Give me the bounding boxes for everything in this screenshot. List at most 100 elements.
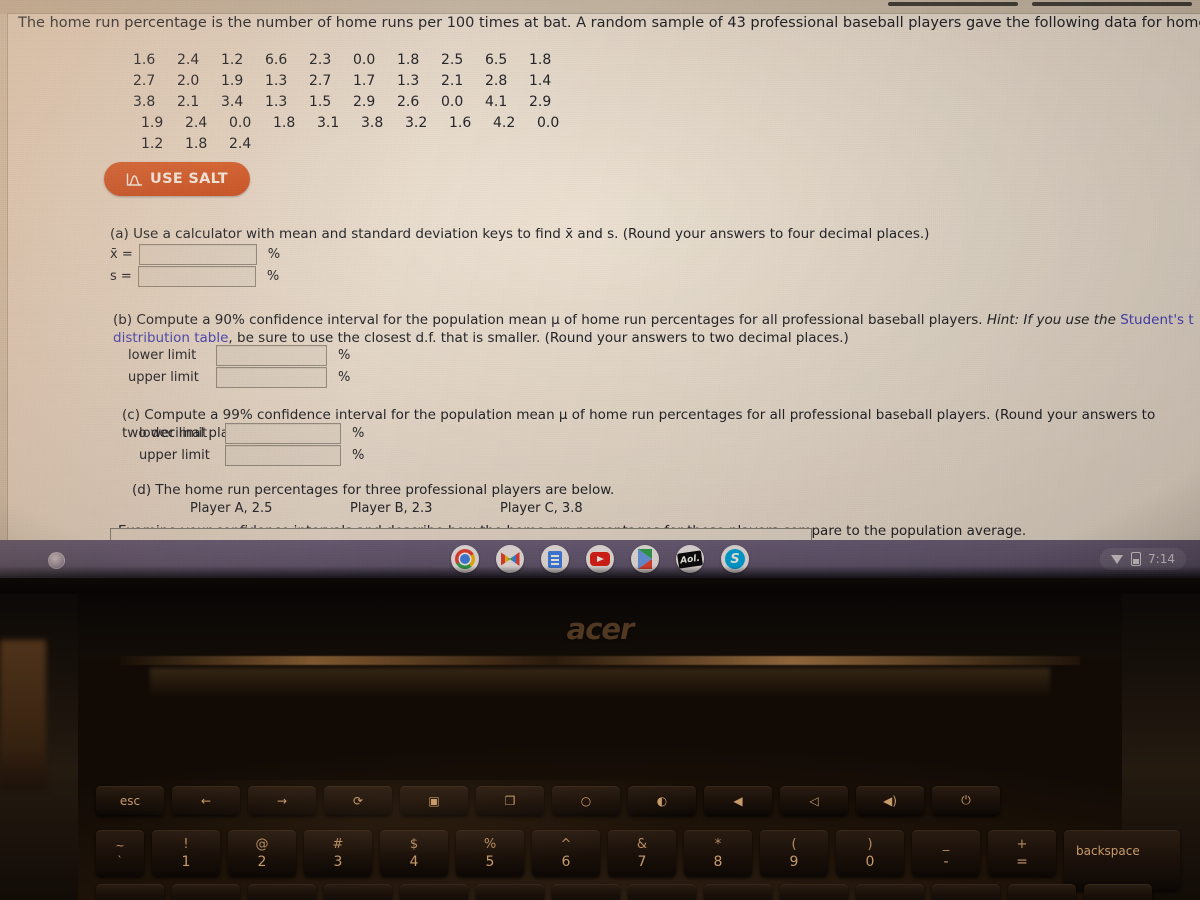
part-c-lower-unit: %: [352, 426, 365, 441]
key-5[interactable]: % 5: [456, 830, 524, 876]
data-cell: 0.0: [353, 52, 376, 68]
key-minus-base: -: [943, 853, 949, 870]
laptop-photo: The home run percentage is the number of…: [0, 0, 1200, 900]
key-backspace[interactable]: backspace: [1064, 830, 1180, 890]
key-minus[interactable]: _ -: [912, 830, 980, 876]
key-3[interactable]: # 3: [304, 830, 372, 876]
s-unit: %: [266, 269, 280, 284]
key-5-base: 5: [485, 853, 495, 870]
key-4[interactable]: $ 4: [380, 830, 448, 876]
key-mute[interactable]: ◀: [704, 786, 772, 815]
data-cell: 2.8: [485, 73, 508, 89]
key-8[interactable]: * 8: [684, 830, 752, 876]
key-equals-shift: +: [1016, 836, 1028, 852]
key-t[interactable]: [476, 884, 544, 900]
data-cell: 2.7: [133, 73, 156, 89]
part-a-s-row: s = %: [110, 266, 279, 287]
key-u[interactable]: [628, 884, 696, 900]
data-cell: 1.3: [265, 94, 288, 110]
data-cell: 1.2: [141, 136, 164, 152]
key-esc[interactable]: esc: [96, 786, 164, 815]
key-r[interactable]: [400, 884, 468, 900]
key-4-base: 4: [409, 853, 419, 870]
key-forward[interactable]: →: [248, 786, 316, 815]
keyboard-number-row: ~ ` ! 1 @ 2 # 3 $ 4 % 5 ^ 6 & 7 * 8 (9 …: [96, 830, 1180, 890]
key-2-base: 2: [257, 853, 267, 870]
battery-icon: [1131, 552, 1142, 566]
data-cell: 1.8: [185, 136, 208, 152]
part-c-lower-row: lower limit %: [139, 423, 364, 444]
keyboard-qwerty-row-top: [96, 884, 1152, 900]
desk-wood-edge: [0, 640, 46, 790]
part-b-lower-input[interactable]: [216, 345, 327, 366]
data-cell: 2.6: [397, 94, 420, 110]
data-cell: 3.8: [133, 94, 156, 110]
key-fullscreen[interactable]: ▣: [400, 786, 468, 815]
part-b-lower-row: lower limit %: [128, 345, 350, 366]
hinge-lip: [150, 668, 1050, 696]
key-0[interactable]: ) 0: [836, 830, 904, 876]
xbar-input[interactable]: [138, 244, 257, 265]
data-cell: 2.9: [353, 94, 376, 110]
key-7[interactable]: & 7: [608, 830, 676, 876]
table-row: 1.9 2.4 0.0 1.8 3.1 3.8 3.2 1.6 4.2 0.0: [133, 113, 581, 134]
key-volume-up[interactable]: ◀): [856, 786, 924, 815]
data-cell: 2.7: [309, 73, 332, 89]
key-equals[interactable]: + =: [988, 830, 1056, 876]
s-label: s =: [110, 269, 132, 284]
data-cell: 1.3: [397, 73, 420, 89]
key-i[interactable]: [704, 884, 772, 900]
key-backslash[interactable]: [1084, 884, 1152, 900]
part-b-upper-input[interactable]: [216, 367, 327, 388]
data-cell: 2.4: [185, 115, 208, 131]
key-brightness-up[interactable]: ◐: [628, 786, 696, 815]
key-p[interactable]: [856, 884, 924, 900]
key-9-base: 9: [789, 853, 799, 870]
key-power[interactable]: ⏻: [932, 786, 1000, 815]
key-3-shift: #: [332, 836, 344, 852]
key-y[interactable]: [552, 884, 620, 900]
key-reload[interactable]: ⟳: [324, 786, 392, 815]
key-brightness-down[interactable]: ○: [552, 786, 620, 815]
key-o[interactable]: [780, 884, 848, 900]
part-c-lower-input[interactable]: [225, 423, 341, 444]
key-2[interactable]: @ 2: [228, 830, 296, 876]
key-overview[interactable]: ❐: [476, 786, 544, 815]
data-cell: 2.1: [441, 73, 464, 89]
data-cell: 1.8: [397, 52, 420, 68]
key-7-shift: &: [636, 836, 648, 852]
key-tab[interactable]: [96, 884, 164, 900]
gmail-icon: [501, 552, 520, 566]
data-cell: 1.8: [529, 52, 552, 68]
hinge-reflection: [120, 656, 1080, 665]
key-6[interactable]: ^ 6: [532, 830, 600, 876]
part-b-upper-row: upper limit %: [128, 367, 350, 388]
key-2-shift: @: [255, 836, 269, 852]
key-volume-down[interactable]: ◁: [780, 786, 848, 815]
part-c-upper-input[interactable]: [225, 445, 341, 466]
key-6-shift: ^: [560, 836, 572, 852]
part-b-hint-text: If you use the: [1019, 312, 1121, 328]
use-salt-button[interactable]: USE SALT: [104, 162, 250, 196]
question-intro: The home run percentage is the number of…: [18, 15, 1200, 31]
data-cell: 1.5: [309, 94, 332, 110]
s-input[interactable]: [137, 266, 256, 287]
key-e[interactable]: [324, 884, 392, 900]
key-bracket-right[interactable]: [1008, 884, 1076, 900]
key-w[interactable]: [248, 884, 316, 900]
key-back[interactable]: ←: [172, 786, 240, 815]
data-cell: 2.3: [309, 52, 332, 68]
key-1[interactable]: ! 1: [152, 830, 220, 876]
data-cell: 1.4: [529, 73, 552, 89]
use-salt-label: USE SALT: [150, 171, 228, 187]
key-9[interactable]: ( 9: [760, 830, 828, 876]
key-8-shift: *: [714, 836, 722, 852]
data-cell: 1.9: [141, 115, 164, 131]
data-cell: 2.4: [229, 136, 252, 152]
part-b-upper-label: upper limit: [128, 370, 199, 385]
player-b: Player B, 2.3: [350, 501, 433, 516]
key-q[interactable]: [172, 884, 240, 900]
key-bracket-left[interactable]: [932, 884, 1000, 900]
key-backtick[interactable]: ~ `: [96, 830, 144, 876]
data-cell: 1.9: [221, 73, 244, 89]
